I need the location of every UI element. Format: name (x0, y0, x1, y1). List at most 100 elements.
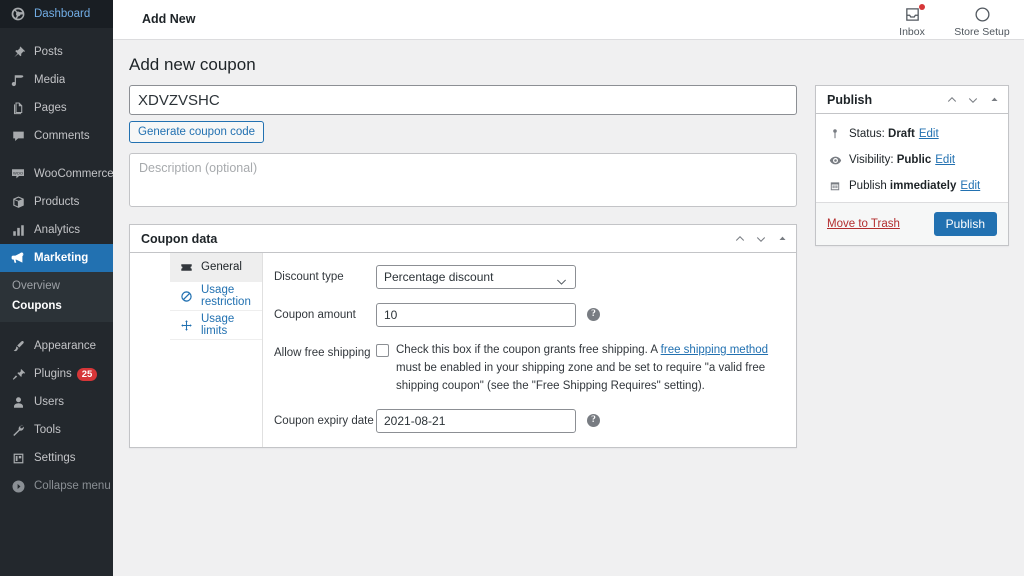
coupon-amount-input[interactable] (376, 303, 576, 327)
media-icon (9, 71, 27, 89)
allow-free-shipping-label: Allow free shipping (271, 341, 376, 365)
sidebar-item-woocommerce[interactable]: WOO WooCommerce (0, 160, 113, 188)
free-shipping-desc-part2: must be enabled in your shipping zone an… (396, 362, 765, 392)
sidebar-separator-1 (0, 28, 113, 38)
inbox-tab-label: Inbox (878, 26, 946, 38)
paintbrush-icon (9, 337, 27, 355)
discount-type-select[interactable]: Percentage discount (376, 265, 576, 289)
allow-free-shipping-checkbox[interactable] (376, 344, 389, 357)
coupon-description-input[interactable] (129, 153, 797, 207)
publish-box-inside: Status: DraftEdit Visibility: PublicEdit… (816, 114, 1008, 202)
sidebar-item-label: Marketing (34, 252, 88, 264)
move-down-icon[interactable] (751, 228, 771, 250)
marketing-submenu: Overview Coupons (0, 272, 113, 322)
main-content: Add new coupon Generate coupon code Coup… (113, 40, 1024, 576)
discount-type-label: Discount type (271, 265, 376, 289)
help-tip-icon[interactable]: ? (587, 308, 600, 321)
plus-arrows-icon (179, 319, 194, 332)
panel-handle-actions (730, 228, 792, 250)
tab-general-label: General (201, 261, 242, 273)
edit-status-link[interactable]: Edit (919, 126, 939, 142)
edit-visibility-link[interactable]: Edit (935, 152, 955, 168)
move-up-icon[interactable] (942, 89, 962, 111)
sidebar-item-settings[interactable]: Settings (0, 444, 113, 472)
publish-button[interactable]: Publish (934, 212, 997, 236)
store-setup-tab[interactable]: Store Setup (948, 0, 1016, 38)
sidebar-item-dashboard[interactable]: Dashboard (0, 0, 113, 28)
post-body-content: Generate coupon code Coupon data (129, 85, 797, 448)
sidebar-item-label: Comments (34, 130, 90, 142)
analytics-bars-icon (9, 221, 27, 239)
store-setup-tab-label: Store Setup (948, 26, 1016, 38)
pages-icon (9, 99, 27, 117)
sidebar-item-pages[interactable]: Pages (0, 94, 113, 122)
discount-type-field: Discount type Percentage discount (271, 265, 786, 289)
sidebar-item-label: Appearance (34, 340, 96, 352)
sidebar-item-collapse-menu[interactable]: Collapse menu (0, 472, 113, 500)
submenu-item-overview[interactable]: Overview (0, 276, 113, 296)
sidebar-item-label: Analytics (34, 224, 80, 236)
sidebar-item-analytics[interactable]: Analytics (0, 216, 113, 244)
sidebar-item-appearance[interactable]: Appearance (0, 332, 113, 360)
sidebar-item-products[interactable]: Products (0, 188, 113, 216)
toggle-panel-icon[interactable] (772, 228, 792, 250)
sidebar-item-posts[interactable]: Posts (0, 38, 113, 66)
coupon-code-input[interactable] (129, 85, 797, 115)
plugins-update-badge: 25 (77, 368, 98, 381)
admin-sidebar: Dashboard Posts Media Pages Comments WOO… (0, 0, 113, 576)
schedule-label: Publish (849, 178, 887, 194)
sidebar-item-comments[interactable]: Comments (0, 122, 113, 150)
move-down-icon[interactable] (963, 89, 983, 111)
coupon-expiry-input[interactable] (376, 409, 576, 433)
coupon-data-body: General Usage restriction (130, 253, 796, 447)
wrench-icon (9, 421, 27, 439)
tab-usage-restriction[interactable]: Usage restriction (170, 282, 262, 311)
move-to-trash-link[interactable]: Move to Trash (827, 218, 900, 230)
coupon-expiry-field: Coupon expiry date ? (271, 409, 786, 433)
comments-icon (9, 127, 27, 145)
sidebar-item-users[interactable]: Users (0, 388, 113, 416)
publish-visibility-row: Visibility: PublicEdit (827, 147, 997, 173)
sidebar-item-plugins[interactable]: Plugins 25 (0, 360, 113, 388)
sidebar-item-marketing[interactable]: Marketing (0, 244, 113, 272)
inbox-tab[interactable]: Inbox (878, 0, 946, 38)
ticket-icon (179, 261, 194, 274)
inbox-tray-icon (878, 4, 946, 24)
free-shipping-method-link[interactable]: free shipping method (661, 344, 768, 356)
sidebar-item-label: Media (34, 74, 65, 86)
edit-schedule-link[interactable]: Edit (960, 178, 980, 194)
sidebar-item-tools[interactable]: Tools (0, 416, 113, 444)
coupon-data-tabs: General Usage restriction (130, 253, 263, 447)
submenu-item-coupons[interactable]: Coupons (0, 296, 113, 316)
visibility-label: Visibility: (849, 152, 894, 168)
pin-icon (9, 43, 27, 61)
sidebar-separator-3 (0, 322, 113, 332)
toggle-panel-icon[interactable] (984, 89, 1004, 111)
help-tip-icon[interactable]: ? (587, 414, 600, 427)
ban-icon (179, 290, 194, 303)
coupon-expiry-label: Coupon expiry date (271, 409, 376, 433)
tab-usage-limits[interactable]: Usage limits (170, 311, 262, 340)
free-shipping-description: Check this box if the coupon grants free… (396, 341, 786, 395)
move-up-icon[interactable] (730, 228, 750, 250)
add-new-button[interactable]: Add New (142, 12, 195, 26)
sidebar-item-label: Products (34, 196, 79, 208)
sidebar-item-label: Tools (34, 424, 61, 436)
sidebar-item-media[interactable]: Media (0, 66, 113, 94)
tab-general[interactable]: General (170, 253, 262, 282)
sidebar-item-label: Pages (34, 102, 67, 114)
general-panel: Discount type Percentage discount (263, 253, 796, 447)
user-icon (9, 393, 27, 411)
publish-status-row: Status: DraftEdit (827, 121, 997, 147)
sidebar-item-label: Settings (34, 452, 76, 464)
sidebar-item-label: WooCommerce (34, 168, 113, 180)
sidebar-item-label: Posts (34, 46, 63, 58)
collapse-arrow-icon (9, 477, 27, 495)
plug-icon (9, 365, 27, 383)
inbox-notification-dot (919, 4, 925, 10)
allow-free-shipping-field: Allow free shipping Check this box if th… (271, 341, 786, 395)
coupon-data-panel-header: Coupon data (130, 225, 796, 253)
coupon-amount-field: Coupon amount ? (271, 303, 786, 327)
status-label: Status: (849, 126, 885, 142)
generate-coupon-code-button[interactable]: Generate coupon code (129, 121, 264, 143)
